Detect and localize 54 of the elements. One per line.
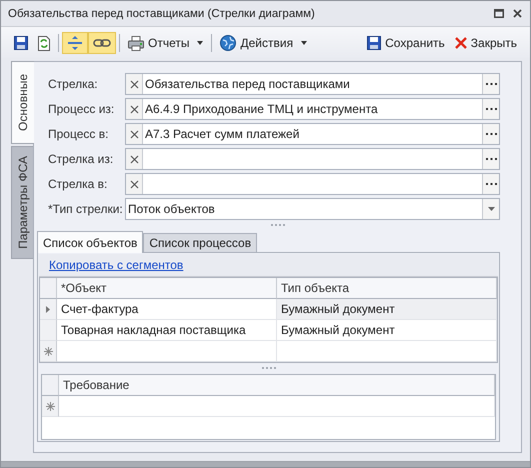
field-label: Стрелка в: xyxy=(48,177,108,191)
toolbar-button[interactable]: Закрыть xyxy=(450,32,522,54)
field-label: *Тип стрелки: xyxy=(48,202,124,216)
field-label: Процесс в: xyxy=(48,127,110,141)
lookup-field[interactable]: Обязательства перед поставщиками xyxy=(125,73,500,95)
tab[interactable]: Список процессов xyxy=(143,233,258,252)
menu-button[interactable]: Действия xyxy=(215,32,312,54)
field-label: Стрелка: xyxy=(48,77,99,91)
expand-icon xyxy=(67,35,83,51)
menu-button[interactable]: Отчеты xyxy=(123,32,208,54)
close-icon xyxy=(454,37,467,49)
lookup-field[interactable]: А7.3 Расчет сумм платежей xyxy=(125,123,500,145)
ellipsis-icon[interactable] xyxy=(482,124,499,144)
table-row[interactable]: Счет-фактура Бумажный документ xyxy=(40,299,497,320)
clear-icon[interactable] xyxy=(126,99,143,119)
toolbar-button[interactable] xyxy=(88,32,116,54)
printer-icon xyxy=(128,36,144,50)
new-row-icon xyxy=(44,346,52,356)
side-tab[interactable]: Параметры ФСА xyxy=(11,146,33,259)
column-header[interactable]: *Объект xyxy=(57,278,277,299)
row-pointer-icon xyxy=(46,306,50,312)
ellipsis-icon[interactable] xyxy=(482,74,499,94)
copy-link[interactable]: Копировать с сегментов xyxy=(49,258,184,272)
lookup-field[interactable] xyxy=(125,148,500,170)
field-label: Процесс из: xyxy=(48,102,116,116)
ellipsis-icon[interactable] xyxy=(482,174,499,194)
tab[interactable]: Список объектов xyxy=(37,231,144,253)
refresh-icon xyxy=(38,36,50,50)
column-header[interactable]: Тип объекта xyxy=(277,278,497,299)
close-icon[interactable] xyxy=(513,9,522,18)
new-row-icon xyxy=(46,402,54,410)
field-label: Стрелка из: xyxy=(48,152,114,166)
row-header xyxy=(42,375,59,396)
table-row[interactable]: Товарная накладная поставщика Бумажный документ xyxy=(40,320,497,341)
side-tab[interactable]: Основные xyxy=(11,61,34,144)
save-icon xyxy=(367,36,382,50)
save-icon xyxy=(14,36,28,50)
column-header[interactable]: Требование xyxy=(59,375,495,396)
lookup-field[interactable]: А6.4.9 Приходование ТМЦ и инструмента xyxy=(125,98,500,120)
window-title: Обязательства перед поставщиками (Стрелки диаграмм) xyxy=(8,8,316,20)
dropdown-field[interactable]: Поток объектов xyxy=(125,198,500,220)
ellipsis-icon[interactable] xyxy=(482,99,499,119)
maximize-icon[interactable] xyxy=(494,9,504,18)
link-icon xyxy=(93,38,111,48)
toolbar-button[interactable]: Сохранить xyxy=(362,32,450,54)
clear-icon[interactable] xyxy=(126,174,143,194)
clear-icon[interactable] xyxy=(126,149,143,169)
lookup-field[interactable] xyxy=(125,173,500,195)
table-cell: Бумажный документ xyxy=(277,299,497,320)
globe-icon xyxy=(220,35,236,51)
ellipsis-icon[interactable] xyxy=(482,149,499,169)
clear-icon[interactable] xyxy=(126,124,143,144)
clear-icon[interactable] xyxy=(126,74,143,94)
row-header xyxy=(40,320,57,341)
